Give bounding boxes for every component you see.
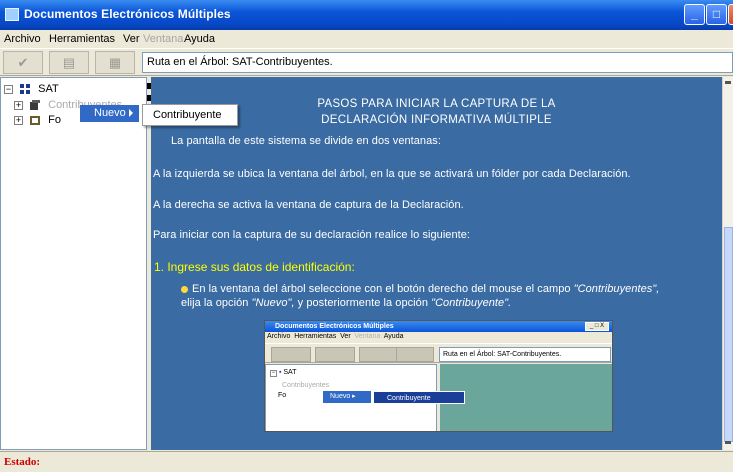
menu-archivo[interactable]: Archivo xyxy=(4,33,41,45)
tutorial-screenshot: Documentos Electrónicos Múltiples _ □ X … xyxy=(264,320,613,432)
screenshot-nuevo-label: Nuevo xyxy=(330,393,351,400)
bullet-icon xyxy=(181,285,188,293)
title-bar: Documentos Electrónicos Múltiples _ □ X xyxy=(0,0,733,30)
tree-panel: − SAT + Contribuyentes + Fo xyxy=(0,77,147,450)
screenshot-content-area xyxy=(440,364,612,431)
minimize-button[interactable]: _ xyxy=(684,4,705,25)
screenshot-toolbar-button xyxy=(315,347,355,362)
close-button[interactable]: X xyxy=(728,4,733,25)
menu-ayuda[interactable]: Ayuda xyxy=(184,33,215,45)
screenshot-title: Documentos Electrónicos Múltiples xyxy=(265,321,612,332)
screenshot-nuevo-menu: Nuevo ▸ xyxy=(323,391,371,403)
submenu-arrow-icon xyxy=(129,109,133,117)
maximize-button[interactable]: □ xyxy=(706,4,727,25)
screenshot-contribuyente-menu: Contribuyente xyxy=(373,391,465,404)
context-menu-contribuyente[interactable]: Contribuyente xyxy=(142,104,238,126)
print-button[interactable]: ▤ xyxy=(49,51,89,74)
tree-item-sat-label: SAT xyxy=(38,83,59,95)
expand-icon[interactable]: + xyxy=(14,115,23,125)
screenshot-toolbar-button xyxy=(271,347,311,362)
screenshot-menu: Archivo Herramientas Ver Ventana Ayuda xyxy=(267,333,404,340)
vertical-scrollbar[interactable] xyxy=(722,77,733,450)
screenshot-tree-root: − ▪ SAT xyxy=(270,369,297,377)
screenshot-menu-ayuda: Ayuda xyxy=(383,333,404,340)
window-title: Documentos Electrónicos Múltiples xyxy=(24,7,231,21)
screenshot-toolbar: Ruta en el Árbol: SAT-Contribuyentes. xyxy=(265,343,612,363)
menu-herramientas[interactable]: Herramientas xyxy=(49,33,115,45)
screenshot-tree-item1: Contribuyentes xyxy=(282,382,330,389)
sat-icon xyxy=(19,83,31,95)
screenshot-window-buttons: _ □ X xyxy=(585,322,609,331)
menu-ventana[interactable]: Ventana xyxy=(143,33,183,45)
scrollbar-thumb[interactable] xyxy=(724,227,733,442)
step-instruction-line2: elija la opción "Nuevo", y posteriorment… xyxy=(181,297,511,309)
printer-icon: ▤ xyxy=(62,55,76,70)
screenshot-tree-root-label: SAT xyxy=(283,369,297,376)
tools-button[interactable]: ▦ xyxy=(95,51,135,74)
expand-icon[interactable]: + xyxy=(14,100,23,110)
screenshot-path-field: Ruta en el Árbol: SAT-Contribuyentes. xyxy=(439,347,611,362)
check-icon: ✔ xyxy=(17,55,29,70)
screenshot-toolbar-button xyxy=(359,347,399,362)
screenshot-menu-archivo: Archivo xyxy=(267,333,291,340)
status-bar: Estado: xyxy=(0,451,733,472)
scroll-down-icon[interactable] xyxy=(725,441,731,444)
context-menu-nuevo-label: Nuevo xyxy=(94,107,126,119)
screenshot-tree-item2: Fo xyxy=(278,392,287,399)
step-text-2c: y posteriormente la opción xyxy=(294,297,432,309)
content-paragraph-1: La pantalla de este sistema se divide en… xyxy=(171,135,441,147)
screenshot-menu-ventana: Ventana xyxy=(354,333,381,340)
contributors-icon xyxy=(29,99,41,111)
step-text-2b: "Nuevo", xyxy=(251,297,295,309)
tree-item-formatos[interactable]: + Fo xyxy=(14,114,61,126)
content-paragraph-3: A la derecha se activa la ventana de cap… xyxy=(153,199,464,211)
toolbar: ✔ ▤ ▦ Ruta en el Árbol: SAT-Contribuyent… xyxy=(0,48,733,76)
tree-item-formatos-label: Fo xyxy=(48,114,61,126)
step-text-1a: En la ventana del árbol seleccione con e… xyxy=(192,283,574,295)
section-heading-1: 1. Ingrese sus datos de identificación: xyxy=(154,260,355,274)
step-text-2a: elija la opción xyxy=(181,297,252,309)
collapse-icon[interactable]: − xyxy=(4,84,13,94)
screenshot-menu-ver: Ver xyxy=(340,333,351,340)
step-text-2d: "Contribuyente". xyxy=(431,297,512,309)
step-instruction-line1: En la ventana del árbol seleccione con e… xyxy=(181,283,659,295)
context-menu-contribuyente-label: Contribuyente xyxy=(153,109,222,121)
tools-icon: ▦ xyxy=(108,55,122,70)
content-paragraph-4: Para iniciar con la captura de su declar… xyxy=(153,229,471,241)
step-text-1b: "Contribuyentes", xyxy=(573,283,660,295)
screenshot-menu-herramientas: Herramientas xyxy=(294,333,337,340)
folder-icon xyxy=(29,114,41,126)
app-icon xyxy=(5,8,19,21)
menu-bar: Archivo Herramientas Ver Ventana Ayuda xyxy=(0,30,733,48)
tree-path-field: Ruta en el Árbol: SAT-Contribuyentes. xyxy=(142,52,733,73)
scroll-up-icon[interactable] xyxy=(725,81,731,84)
status-label: Estado: xyxy=(4,456,41,468)
content-paragraph-2: A la izquierda se ubica la ventana del á… xyxy=(153,168,631,180)
context-menu-nuevo[interactable]: Nuevo xyxy=(80,105,139,122)
menu-ver[interactable]: Ver xyxy=(123,33,140,45)
accept-button[interactable]: ✔ xyxy=(3,51,43,74)
tree-item-sat[interactable]: − SAT xyxy=(4,83,59,95)
screenshot-toolbar-button xyxy=(396,347,434,362)
